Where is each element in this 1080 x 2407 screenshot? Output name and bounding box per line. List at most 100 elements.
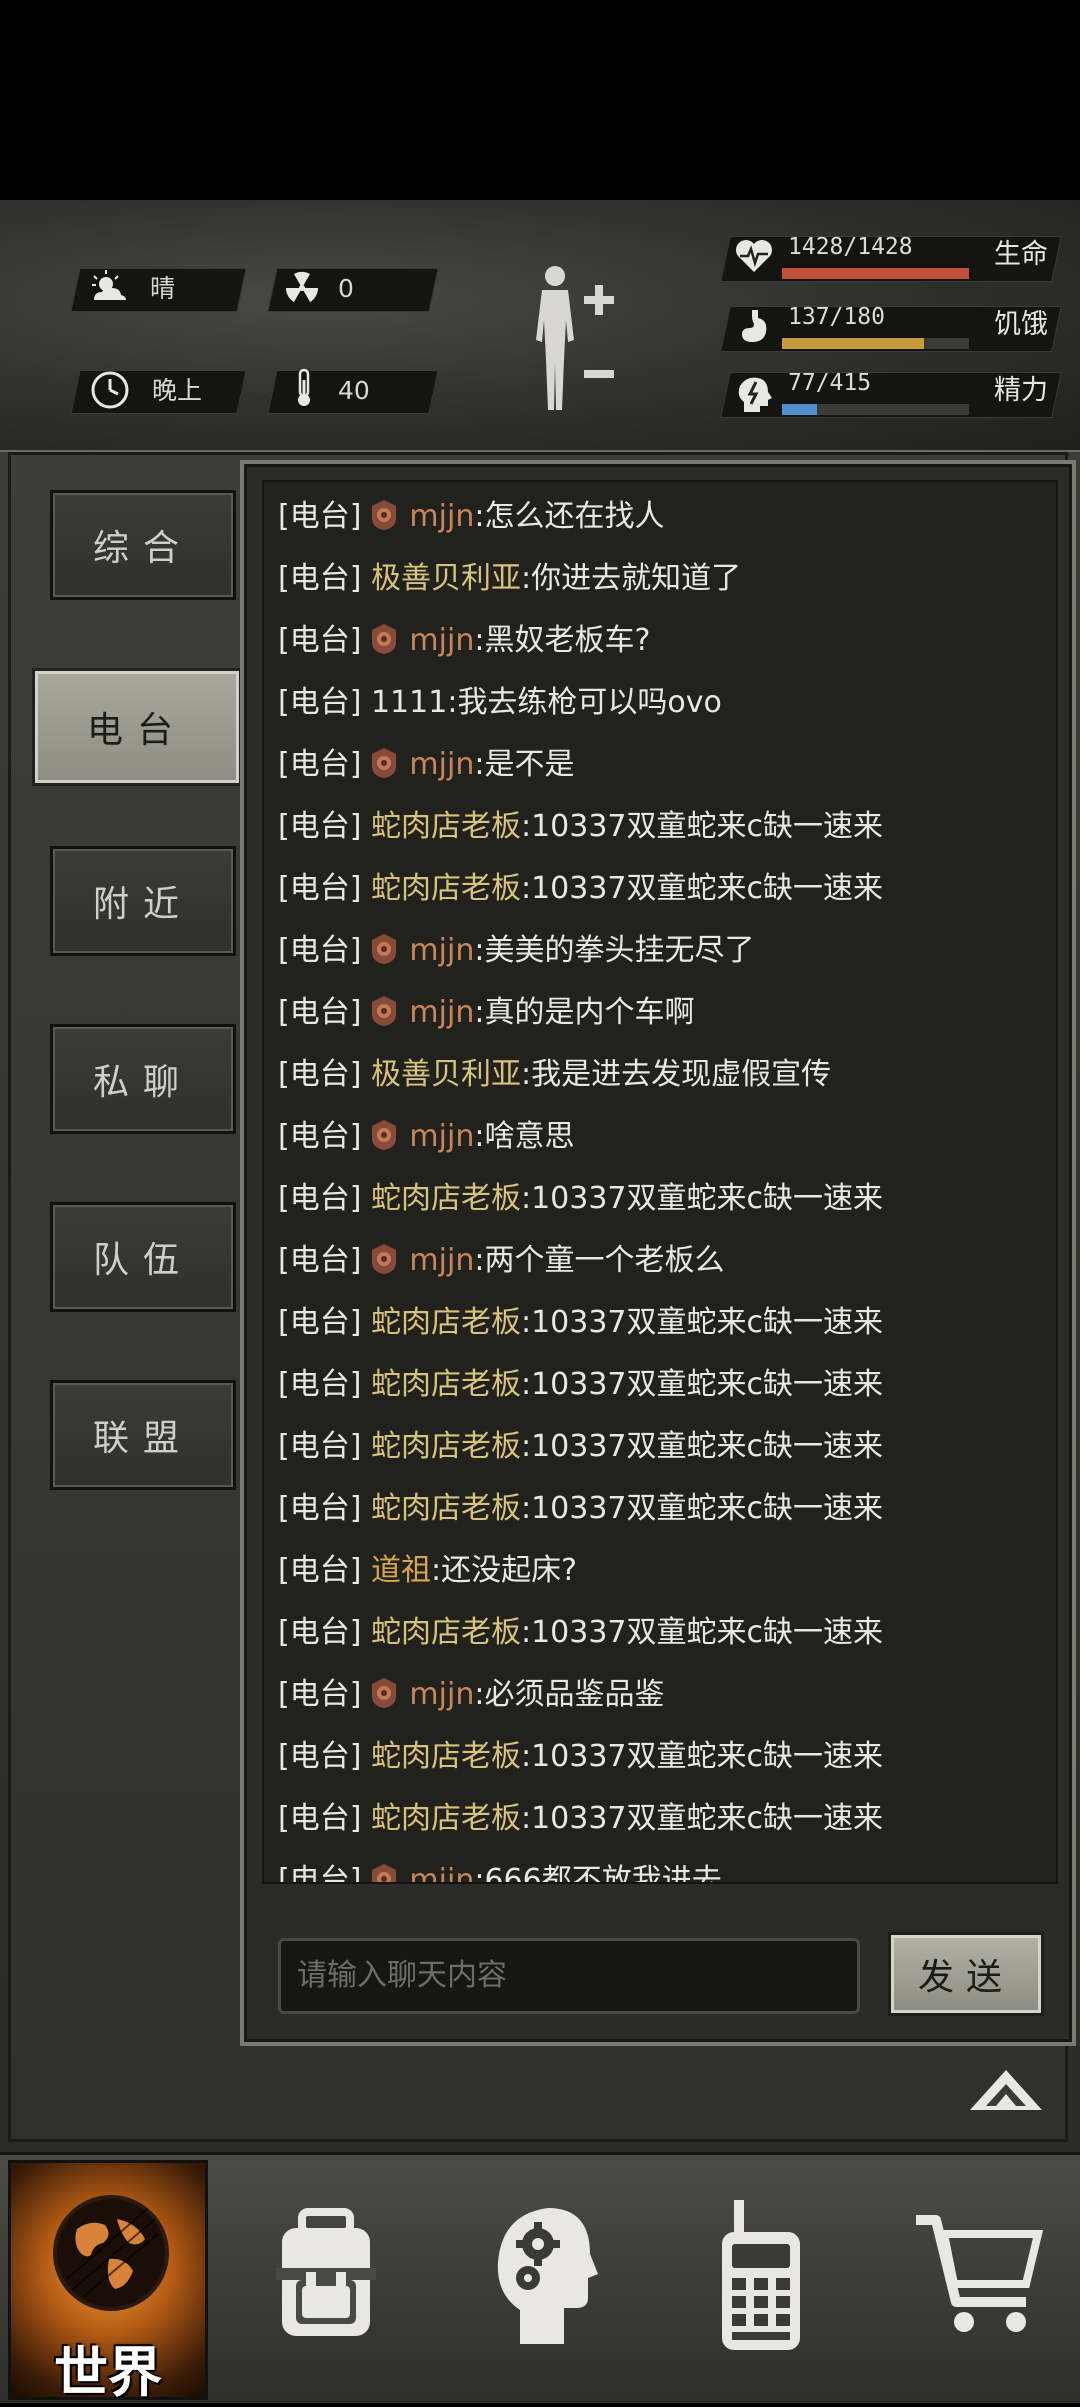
walkie-talkie-icon[interactable] [716,2198,806,2354]
message-separator: : [520,1739,532,1774]
message-separator: : [474,1863,485,1884]
message-username[interactable]: mjjn [409,1863,474,1882]
message-username[interactable]: mjjn [409,995,474,1030]
player-badge-icon [372,500,397,530]
tab-private-label: 私聊 [92,1062,193,1103]
chat-message: [电台] mjjn:美美的拳头挂无尽了 [278,922,754,980]
message-username[interactable]: 蛇肉店老板 [371,871,521,906]
message-username[interactable]: 蛇肉店老板 [371,1367,521,1402]
tab-team-label: 队伍 [92,1240,193,1281]
chat-message-list[interactable]: [电台] mjjn:怎么还在找人 [电台] 极善贝利亚:你进去就知道了 [电台] mjj… [262,480,1058,1884]
health-label: 生命 [994,239,1048,270]
shopping-cart-icon[interactable] [910,2206,1046,2342]
message-username[interactable]: 蛇肉店老板 [371,1181,521,1216]
message-username[interactable]: 蛇肉店老板 [371,1491,521,1526]
message-channel: [电台] [278,1429,362,1464]
message-channel: [电台] [278,1367,362,1402]
message-separator: : [430,1553,442,1588]
chat-input[interactable]: 请输入聊天内容 [278,1938,860,2014]
plus-icon [584,285,614,315]
tab-private[interactable]: 私聊 [50,1024,236,1134]
backpack-icon[interactable] [266,2208,386,2344]
message-username[interactable]: 蛇肉店老板 [371,1429,521,1464]
message-username[interactable]: mjjn [409,933,474,968]
chat-message: [电台] 道祖:还没起床? [278,1542,577,1600]
message-text: 还没起床? [441,1553,578,1588]
message-text: 10337双童蛇来c缺一速来 [531,1491,884,1526]
tab-general[interactable]: 综合 [50,490,236,600]
message-username[interactable]: 蛇肉店老板 [371,1739,521,1774]
message-username[interactable]: mjjn [409,1243,474,1278]
message-username[interactable]: mjjn [409,623,474,658]
chat-message: [电台] mjjn:黑奴老板车? [278,612,650,670]
chat-message: [电台] 蛇肉店老板:10337双童蛇来c缺一速来 [278,1418,883,1476]
message-separator: : [474,1677,485,1712]
message-separator: : [474,499,485,534]
tab-alliance[interactable]: 联盟 [50,1380,236,1490]
collapse-chevron-icon[interactable] [968,2068,1044,2114]
message-channel: [电台] [278,685,362,720]
chat-message: [电台] 蛇肉店老板:10337双童蛇来c缺一速来 [278,1604,883,1662]
message-text: 是不是 [484,747,575,782]
message-channel: [电台] [278,1181,362,1216]
message-username[interactable]: 蛇肉店老板 [371,1801,521,1836]
message-separator: : [520,1305,532,1340]
message-username[interactable]: mjjn [409,747,474,782]
message-username[interactable]: 极善贝利亚 [371,1057,521,1092]
message-text: 必须品鉴品鉴 [484,1677,665,1712]
message-channel: [电台] [278,995,362,1030]
head-gears-icon[interactable] [490,2198,600,2348]
message-channel: [电台] [278,623,362,658]
message-username[interactable]: mjjn [409,499,474,534]
radiation-icon [285,271,319,302]
hunger-bar-fill [782,338,925,349]
energy-value: 77/415 [788,370,872,396]
hunger-bar [782,338,969,349]
body-figure-icon [536,266,574,410]
tab-nearby[interactable]: 附近 [50,846,236,956]
message-channel: [电台] [278,933,362,968]
message-username[interactable]: 蛇肉店老板 [371,1305,521,1340]
message-text: 我是进去发现虚假宣传 [531,1057,832,1092]
tab-radio[interactable]: 电台 [32,668,242,786]
heart-pulse-icon [736,240,772,272]
time-of-day-text: 晚上 [152,376,203,405]
message-separator: : [520,561,532,596]
message-text: 两个童一个老板么 [484,1243,725,1278]
chat-message: [电台] 蛇肉店老板:10337双童蛇来c缺一速来 [278,1480,883,1538]
sunny-cloud-icon [92,270,126,300]
nav-world-label: 世界 [54,2341,162,2404]
tab-team[interactable]: 队伍 [50,1202,236,1312]
chat-message: [电台] 蛇肉店老板:10337双童蛇来c缺一速来 [278,798,883,856]
player-badge-icon [372,934,397,964]
message-username[interactable]: 极善贝利亚 [371,561,521,596]
send-button-label: 发送 [917,1957,1014,1998]
message-username[interactable]: 蛇肉店老板 [371,1615,521,1650]
message-text: 你进去就知道了 [531,561,742,596]
message-username[interactable]: 1111 [371,685,447,720]
message-text: 10337双童蛇来c缺一速来 [531,1801,884,1836]
tab-general-label: 综合 [92,528,193,569]
head-lightning-icon [738,377,772,412]
player-badge-icon [372,1120,397,1150]
chat-message: [电台] mjjn:是不是 [278,736,574,794]
clock-icon [91,371,129,409]
message-channel: [电台] [278,1863,362,1884]
message-username[interactable]: 蛇肉店老板 [371,809,521,844]
message-text: 美美的拳头挂无尽了 [484,933,755,968]
message-text: 10337双童蛇来c缺一速来 [531,1181,884,1216]
body-status-button[interactable] [520,260,630,420]
player-badge-icon [372,1678,397,1708]
message-username[interactable]: mjjn [409,1677,474,1712]
message-username[interactable]: mjjn [409,1119,474,1154]
tab-alliance-label: 联盟 [92,1418,193,1459]
hunger-value: 137/180 [788,304,885,330]
weather-text: 晴 [150,274,176,303]
send-button[interactable]: 发送 [888,1932,1044,2016]
player-badge-icon [372,1244,397,1274]
message-separator: : [520,1801,532,1836]
chat-message: [电台] 蛇肉店老板:10337双童蛇来c缺一速来 [278,1356,883,1414]
health-bar-fill [782,268,969,279]
message-channel: [电台] [278,1057,362,1092]
message-username[interactable]: 道祖 [371,1553,431,1588]
